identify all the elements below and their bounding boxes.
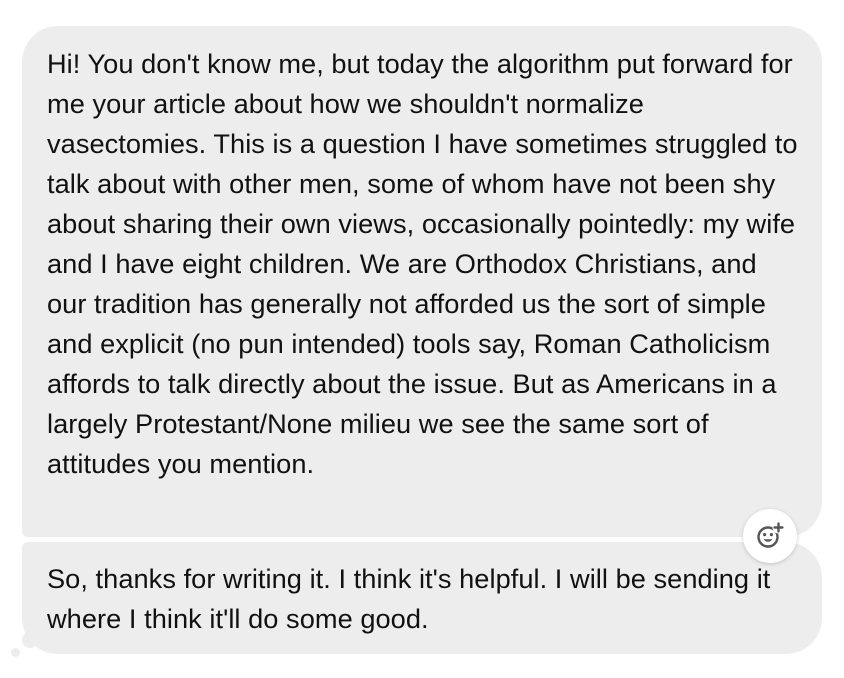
bubble-tail [11,648,20,657]
message-text: Hi! You don't know me, but today the alg… [47,48,798,479]
add-reaction-icon [757,521,785,548]
message-text: So, thanks for writing it. I think it's … [47,563,771,634]
message-bubble[interactable]: Hi! You don't know me, but today the alg… [22,26,822,537]
add-reaction-button[interactable] [743,509,797,563]
message-bubble[interactable]: So, thanks for writing it. I think it's … [22,542,822,654]
bubble-tail [22,632,38,648]
